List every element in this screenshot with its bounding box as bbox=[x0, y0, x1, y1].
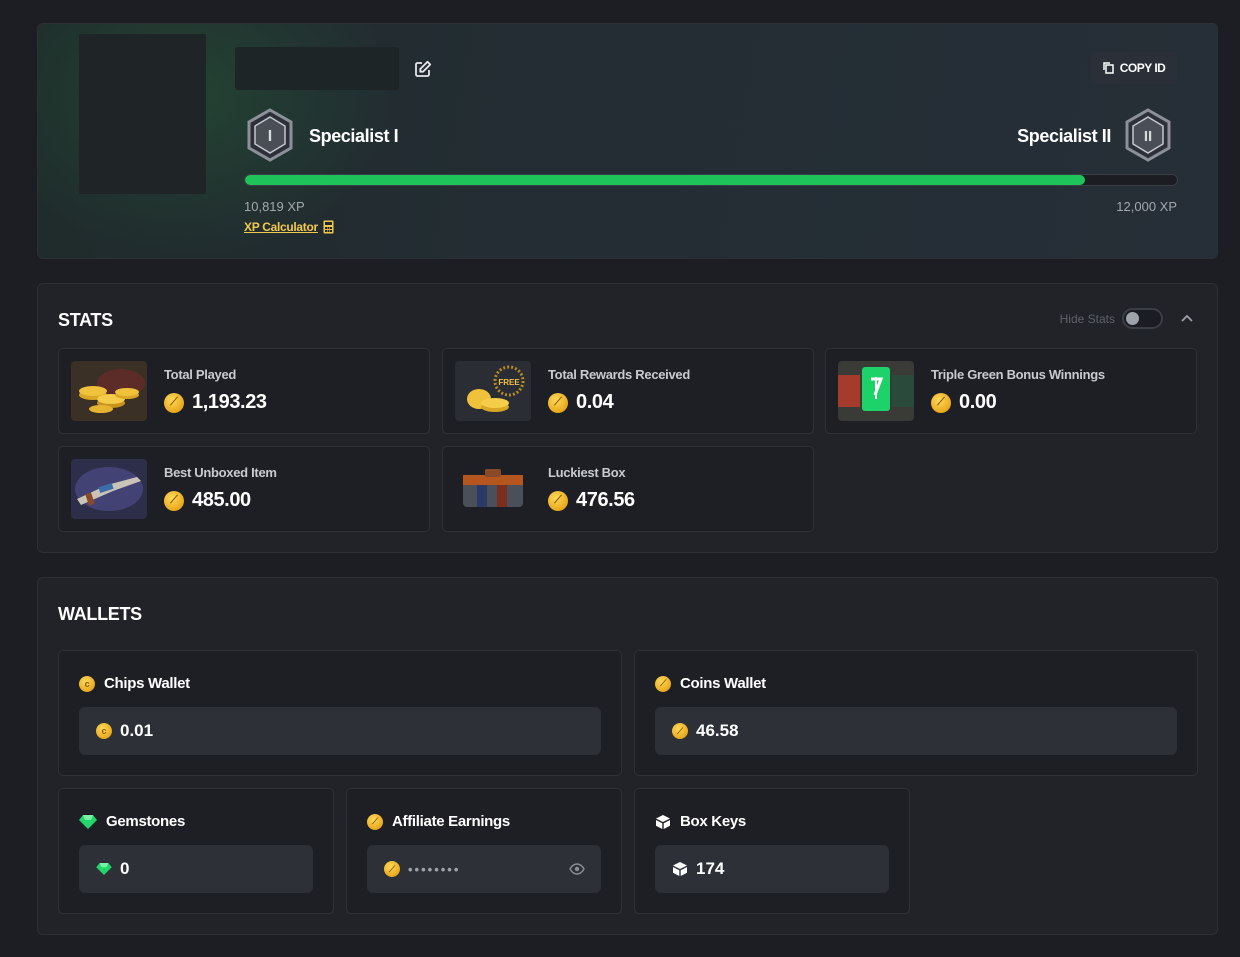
xp-calculator-label: XP Calculator bbox=[244, 220, 318, 234]
box-keys-header: Box Keys bbox=[655, 813, 746, 830]
svg-text:II: II bbox=[1144, 128, 1152, 145]
hide-stats-label: Hide Stats bbox=[1059, 312, 1115, 326]
gemstones-card: Gemstones 0 bbox=[58, 788, 334, 914]
stat-value-row: ⟋ 0.00 bbox=[931, 391, 997, 414]
stat-value-row: ⟋ 1,193.23 bbox=[164, 391, 267, 414]
box-icon bbox=[656, 814, 670, 829]
copy-icon bbox=[1102, 62, 1114, 74]
chips-wallet-value: 0.01 bbox=[120, 721, 154, 740]
xp-progress-bar bbox=[244, 174, 1178, 186]
wallets-title: WALLETS bbox=[58, 604, 142, 624]
stat-value: 485.00 bbox=[192, 489, 251, 511]
stat-label: Total Rewards Received bbox=[548, 367, 690, 382]
coin-icon: ⟋ bbox=[164, 392, 184, 413]
triple-green-thumb-icon bbox=[838, 361, 914, 421]
xp-target: 12,000 XP bbox=[1116, 199, 1177, 214]
svg-text:I: I bbox=[268, 128, 272, 145]
copy-id-button[interactable]: COPY ID bbox=[1091, 52, 1177, 84]
affiliate-earnings-field: ⟋ •••••••• bbox=[367, 845, 601, 893]
chips-wallet-field: c 0.01 bbox=[79, 707, 601, 755]
chevron-up-icon[interactable] bbox=[1179, 310, 1195, 326]
stats-title: STATS bbox=[58, 310, 113, 330]
toggle-knob bbox=[1126, 312, 1139, 325]
box-keys-label: Box Keys bbox=[680, 813, 746, 830]
profile-header: COPY ID I Specialist I Specialist II II … bbox=[37, 23, 1218, 259]
coin-icon: ⟋ bbox=[672, 723, 688, 739]
stat-card-total-rewards: FREE Total Rewards Received ⟋ 0.04 bbox=[442, 348, 814, 434]
coins-wallet-field: ⟋ 46.58 bbox=[655, 707, 1177, 755]
stats-panel: STATS Hide Stats Total Played ⟋ 1,193.23 bbox=[37, 283, 1218, 553]
stat-card-luckiest-box: Luckiest Box ⟋ 476.56 bbox=[442, 446, 814, 532]
chips-wallet-header: c Chips Wallet bbox=[79, 675, 190, 692]
box-keys-value: 174 bbox=[696, 859, 725, 878]
stat-value: 1,193.23 bbox=[192, 391, 267, 413]
coins-wallet-label: Coins Wallet bbox=[680, 675, 766, 692]
next-rank-name: Specialist II bbox=[1017, 126, 1111, 146]
coin-icon: ⟋ bbox=[931, 392, 951, 413]
chip-icon: c bbox=[79, 675, 95, 692]
stat-label: Total Played bbox=[164, 367, 237, 382]
gem-icon bbox=[96, 863, 112, 875]
stat-label: Best Unboxed Item bbox=[164, 465, 277, 480]
stat-value-row: ⟋ 0.04 bbox=[548, 391, 614, 414]
gem-icon bbox=[79, 814, 97, 829]
gemstones-value: 0 bbox=[120, 859, 130, 878]
stat-card-best-unboxed: Best Unboxed Item ⟋ 485.00 bbox=[58, 446, 430, 532]
coins-wallet-header: ⟋ Coins Wallet bbox=[655, 675, 766, 692]
free-coins-thumb-icon: FREE bbox=[455, 361, 531, 421]
xp-calculator-link[interactable]: XP Calculator bbox=[244, 220, 334, 234]
eye-icon[interactable] bbox=[569, 862, 585, 876]
affiliate-earnings-label: Affiliate Earnings bbox=[392, 813, 510, 830]
loot-box-thumb-icon bbox=[455, 459, 531, 519]
chips-wallet-label: Chips Wallet bbox=[104, 675, 190, 692]
xp-current: 10,819 XP bbox=[244, 199, 305, 214]
coin-icon: ⟋ bbox=[548, 490, 568, 511]
coins-wallet-value: 46.58 bbox=[696, 721, 739, 740]
rank-badge-current-icon: I bbox=[247, 108, 293, 162]
gemstones-header: Gemstones bbox=[79, 813, 185, 830]
xp-progress-fill bbox=[245, 175, 1086, 185]
affiliate-earnings-header: ⟋ Affiliate Earnings bbox=[367, 813, 510, 830]
coin-icon: ⟋ bbox=[384, 861, 400, 877]
stat-value: 476.56 bbox=[576, 489, 635, 511]
svg-text:FREE: FREE bbox=[498, 378, 520, 387]
chips-wallet-card: c Chips Wallet c 0.01 bbox=[58, 650, 622, 776]
stat-card-triple-green: Triple Green Bonus Winnings ⟋ 0.00 bbox=[825, 348, 1197, 434]
coin-icon: ⟋ bbox=[164, 490, 184, 511]
stat-value: 0.00 bbox=[959, 391, 997, 413]
calculator-icon bbox=[323, 220, 334, 234]
stat-value-row: ⟋ 485.00 bbox=[164, 489, 251, 512]
affiliate-earnings-masked: •••••••• bbox=[408, 861, 461, 877]
coins-wallet-card: ⟋ Coins Wallet ⟋ 46.58 bbox=[634, 650, 1198, 776]
box-keys-field: 174 bbox=[655, 845, 889, 893]
rank-badge-next-icon: II bbox=[1125, 108, 1171, 162]
current-rank-name: Specialist I bbox=[309, 126, 399, 146]
coin-icon: ⟋ bbox=[655, 675, 671, 692]
coins-pile-thumb-icon bbox=[71, 361, 147, 421]
chip-icon: c bbox=[96, 723, 112, 739]
gemstones-label: Gemstones bbox=[106, 813, 185, 830]
wallets-panel: WALLETS c Chips Wallet c 0.01 ⟋ Coins Wa… bbox=[37, 577, 1218, 935]
rifle-skin-thumb-icon bbox=[71, 459, 147, 519]
stat-label: Luckiest Box bbox=[548, 465, 626, 480]
edit-icon[interactable] bbox=[414, 60, 432, 78]
coin-icon: ⟋ bbox=[548, 392, 568, 413]
stat-value-row: ⟋ 476.56 bbox=[548, 489, 635, 512]
stat-label: Triple Green Bonus Winnings bbox=[931, 367, 1105, 382]
hide-stats-toggle[interactable] bbox=[1122, 308, 1163, 329]
affiliate-earnings-card: ⟋ Affiliate Earnings ⟋ •••••••• bbox=[346, 788, 622, 914]
box-keys-card: Box Keys 174 bbox=[634, 788, 910, 914]
username-field bbox=[235, 47, 399, 90]
stat-card-total-played: Total Played ⟋ 1,193.23 bbox=[58, 348, 430, 434]
avatar bbox=[79, 34, 206, 194]
box-icon bbox=[673, 862, 687, 876]
gemstones-field: 0 bbox=[79, 845, 313, 893]
stat-value: 0.04 bbox=[576, 391, 614, 413]
copy-id-label: COPY ID bbox=[1119, 61, 1166, 75]
coin-icon: ⟋ bbox=[367, 813, 383, 830]
